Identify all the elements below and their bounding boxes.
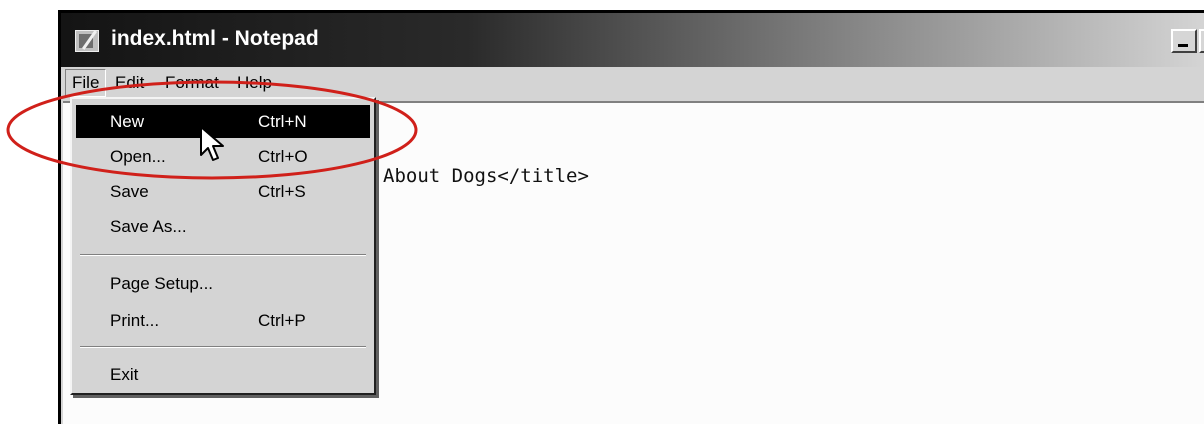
menu-item-save[interactable]: Save Ctrl+S [76,175,370,208]
menu-separator [80,346,366,348]
maximize-button[interactable] [1199,29,1204,53]
menu-item-shortcut: Ctrl+N [258,112,307,131]
menu-item-label: Open... [110,147,166,166]
mouse-pointer-icon [200,126,224,161]
minimize-button[interactable] [1171,29,1197,53]
title-bar[interactable]: index.html - Notepad [61,13,1204,67]
minimize-icon [1178,44,1188,47]
menu-item-save-as[interactable]: Save As... [76,210,370,243]
window-title: index.html - Notepad [111,27,319,50]
menu-item-shortcut: Ctrl+P [258,311,306,330]
menu-item-label: Exit [110,365,139,384]
menu-bar: File Edit Format Help [61,67,1204,101]
menu-item-label: Page Setup... [110,274,214,293]
menu-item-label: New [110,112,145,131]
menu-item-label: Save As... [110,217,187,236]
editor-line: About Dogs</title> [383,165,589,187]
menu-format[interactable]: Format [165,73,219,93]
menu-item-shortcut: Ctrl+S [258,182,306,201]
menu-item-label: Print... [110,311,160,330]
menu-separator [80,254,366,256]
menu-item-shortcut: Ctrl+O [258,147,308,166]
menu-help[interactable]: Help [237,73,272,93]
menu-item-print[interactable]: Print... Ctrl+P [76,304,370,337]
menu-item-label: Save [110,182,149,201]
notepad-icon [75,30,99,52]
menu-item-exit[interactable]: Exit [76,358,370,391]
menu-edit[interactable]: Edit [115,73,144,93]
menu-file[interactable]: File [65,69,107,97]
menu-item-page-setup[interactable]: Page Setup... [76,267,370,300]
